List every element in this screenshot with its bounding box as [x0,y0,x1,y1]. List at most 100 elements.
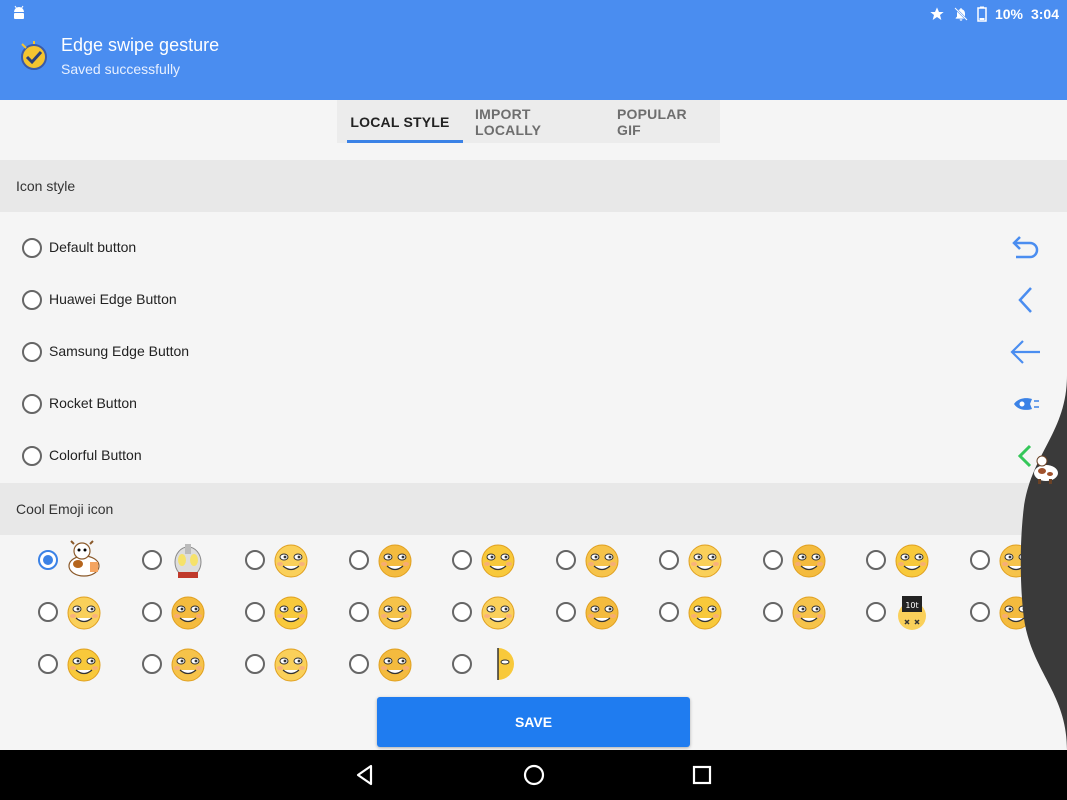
radio-button[interactable] [38,602,58,622]
battery-icon [977,6,987,22]
puke-rainbow-emoji-icon [688,596,722,630]
weight-emoji-icon: 10t [898,596,926,630]
home-icon[interactable] [522,763,546,787]
tab-bar: LOCAL STYLE IMPORT LOCALLY POPULAR GIF [337,100,720,143]
radio-button[interactable] [970,602,990,622]
tab-popular-gif[interactable]: POPULAR GIF [605,100,720,143]
emoji-option-cold-sick[interactable] [142,640,242,688]
emoji-option-slap[interactable] [349,640,449,688]
emoji-option-bandage[interactable] [38,588,138,636]
radio-button[interactable] [349,550,369,570]
radio-button[interactable] [763,602,783,622]
radio-button[interactable] [659,550,679,570]
option-samsung-edge-button[interactable]: Samsung Edge Button [0,326,1067,378]
android-icon [14,5,24,19]
star-icon [930,7,944,20]
radio-button[interactable] [452,550,472,570]
emoji-option-cow[interactable] [38,536,138,584]
radio-button[interactable] [452,654,472,674]
tab-import-locally[interactable]: IMPORT LOCALLY [463,100,605,143]
radio-button[interactable] [659,602,679,622]
option-default-button[interactable]: Default button [0,222,1067,274]
emoji-option-spit[interactable] [245,640,345,688]
emoji-option-ultraman[interactable] [142,536,242,584]
radio-button[interactable] [556,550,576,570]
battery-percent: 10% [994,6,1023,22]
fish-emoji-icon [67,648,101,682]
radio-button[interactable] [970,550,990,570]
recents-icon[interactable] [690,763,714,787]
clock: 3:04 [1030,6,1059,22]
radio-button[interactable] [349,602,369,622]
status-bar: 10% 3:04 [0,0,1067,28]
emoji-option-sunglasses[interactable] [763,536,863,584]
radio-button[interactable] [22,238,42,258]
radio-button[interactable] [22,290,42,310]
laugh-cry-emoji-icon [895,544,929,578]
edge-swipe-handle[interactable] [1018,375,1067,750]
option-label: Rocket Button [49,395,137,411]
smirk-emoji-icon [585,544,619,578]
option-rocket-button[interactable]: Rocket Button [0,378,1067,430]
radio-button[interactable] [452,602,472,622]
slap-emoji-icon [378,648,412,682]
radio-button[interactable] [245,654,265,674]
radio-button[interactable] [38,550,58,570]
tongue-emoji-icon [585,596,619,630]
radio-button[interactable] [245,550,265,570]
option-label: Huawei Edge Button [49,291,177,307]
emoji-option-laugh-cry[interactable] [866,536,966,584]
radio-button[interactable] [22,446,42,466]
arrow-left-icon [1010,340,1040,364]
app-subtitle: Saved successfully [61,61,181,77]
emoji-option-weight[interactable]: 10t [866,588,966,636]
radio-button[interactable] [349,654,369,674]
emoji-option-half-face[interactable] [452,640,552,688]
emoji-option-tongue[interactable] [556,588,656,636]
radio-button[interactable] [142,602,162,622]
undo-arrow-icon [1012,236,1039,259]
radio-button[interactable] [866,602,886,622]
cool-emoji-header: Cool Emoji icon [0,483,1067,535]
emoji-option-dizzy[interactable] [452,588,552,636]
side-eye-emoji-icon [274,596,308,630]
radio-button[interactable] [22,394,42,414]
option-huawei-edge-button[interactable]: Huawei Edge Button [0,274,1067,326]
radio-button[interactable] [866,550,886,570]
emoji-option-fish[interactable] [38,640,138,688]
icon-style-header: Icon style [0,160,1067,212]
tab-local-style[interactable]: LOCAL STYLE [337,100,463,143]
radio-button[interactable] [142,550,162,570]
radio-button[interactable] [763,550,783,570]
radio-button[interactable] [22,342,42,362]
radio-button[interactable] [556,602,576,622]
skeptical-emoji-icon [378,596,412,630]
emoji-option-grin[interactable] [659,536,759,584]
save-button[interactable]: SAVE [377,697,690,747]
radio-button[interactable] [245,602,265,622]
emoji-option-doge[interactable] [349,536,449,584]
emoji-option-skeptical[interactable] [349,588,449,636]
emoji-option-goggles[interactable] [245,536,345,584]
emoji-option-big-grin[interactable] [142,588,242,636]
cow-emoji-icon [68,540,100,577]
goggles-emoji-icon [274,544,308,578]
app-logo-icon [21,41,47,70]
back-icon[interactable] [353,763,377,787]
app-bar: 10% 3:04 Edge swipe gesture Saved succes… [0,0,1067,100]
cold-sick-emoji-icon [171,648,205,682]
option-label: Colorful Button [49,447,142,463]
chevron-left-icon [1018,287,1032,313]
emoji-option-smirk[interactable] [556,536,656,584]
bandage-emoji-icon [67,596,101,630]
radio-button[interactable] [142,654,162,674]
emoji-option-shocked-cat[interactable] [452,536,552,584]
emoji-option-puke-rainbow[interactable] [659,588,759,636]
emoji-option-side-eye[interactable] [245,588,345,636]
grin-emoji-icon [688,544,722,578]
watermelon-emoji-icon [792,596,826,630]
radio-button[interactable] [38,654,58,674]
half-face-emoji-icon [497,648,514,680]
emoji-option-watermelon[interactable] [763,588,863,636]
option-colorful-button[interactable]: Colorful Button [0,430,1067,482]
